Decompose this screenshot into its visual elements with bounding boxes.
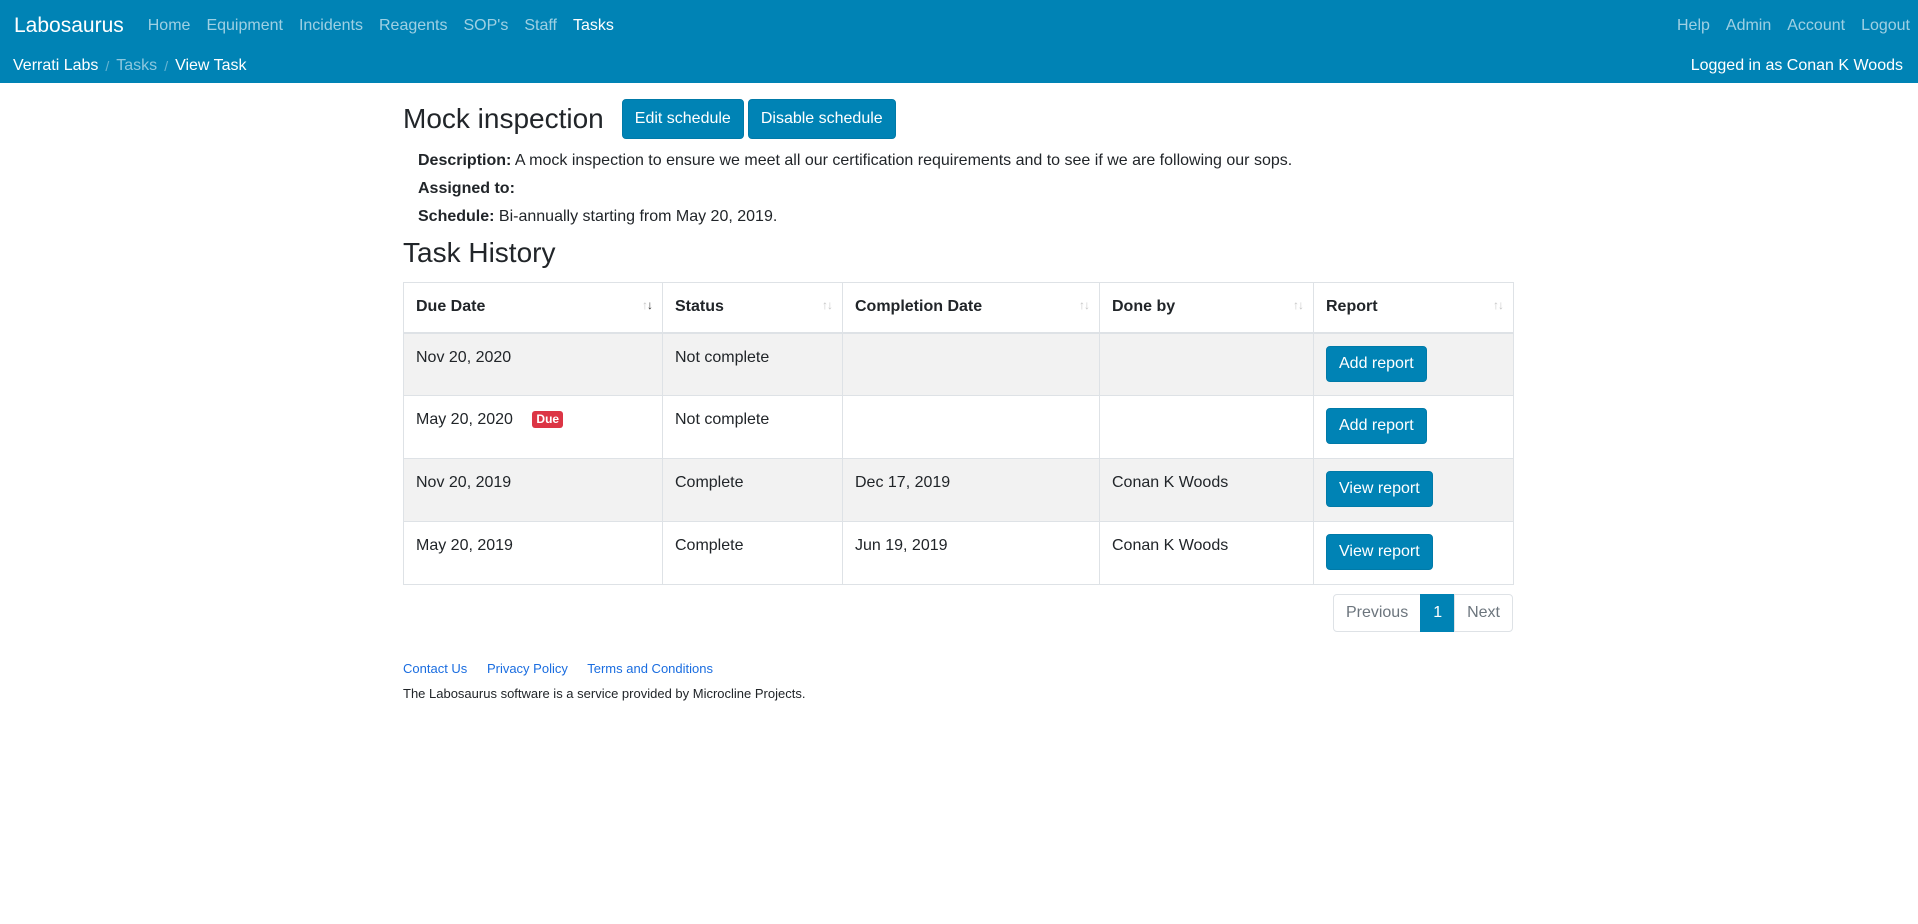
- table-row: Nov 20, 2019 Complete Dec 17, 2019 Conan…: [403, 458, 1514, 522]
- nav-sops[interactable]: SOP's: [463, 17, 508, 35]
- completion-date-cell: [842, 332, 1100, 396]
- footer-privacy-link[interactable]: Privacy Policy: [487, 661, 568, 676]
- due-date: May 20, 2019: [416, 537, 513, 554]
- pagination-previous[interactable]: Previous: [1332, 594, 1422, 632]
- nav-links: Home Equipment Incidents Reagents SOP's …: [148, 17, 630, 35]
- schedule-row: Schedule: Bi-annually starting from May …: [418, 203, 1513, 231]
- main-nav: Labosaurus Home Equipment Incidents Reag…: [0, 0, 1918, 52]
- done-by-cell: [1099, 395, 1314, 459]
- edit-schedule-button[interactable]: Edit schedule: [621, 99, 744, 139]
- done-by-cell: [1099, 332, 1314, 396]
- disable-schedule-button[interactable]: Disable schedule: [747, 99, 896, 139]
- breadcrumb-current: View Task: [175, 57, 247, 74]
- footer-links: Contact Us Privacy Policy Terms and Cond…: [403, 661, 1513, 676]
- status-cell: Not complete: [662, 395, 843, 459]
- nav-home[interactable]: Home: [148, 17, 191, 35]
- nav-account[interactable]: Account: [1787, 17, 1845, 35]
- breadcrumb-separator: /: [164, 58, 169, 74]
- view-report-button[interactable]: View report: [1326, 534, 1433, 570]
- nav-incidents[interactable]: Incidents: [299, 17, 363, 35]
- nav-tasks[interactable]: Tasks: [573, 17, 614, 35]
- task-details: Description: A mock inspection to ensure…: [403, 147, 1513, 231]
- due-date-cell: Nov 20, 2020: [403, 332, 663, 396]
- description-row: Description: A mock inspection to ensure…: [418, 147, 1513, 175]
- column-header-label: Due Date: [416, 298, 486, 316]
- description-label: Description:: [418, 152, 512, 169]
- main-content: Mock inspection Edit schedule Disable sc…: [403, 83, 1514, 701]
- completion-date-cell: Jun 19, 2019: [842, 521, 1100, 585]
- due-date: May 20, 2020: [416, 411, 513, 428]
- due-date: Nov 20, 2020: [416, 348, 512, 366]
- top-navbar: Labosaurus Home Equipment Incidents Reag…: [0, 0, 1918, 83]
- nav-staff[interactable]: Staff: [524, 17, 557, 35]
- sort-icon: ↑↓: [1493, 298, 1504, 312]
- assigned-row: Assigned to:: [418, 175, 1513, 203]
- table-row: Nov 20, 2020 Not complete Add report: [403, 332, 1514, 396]
- assigned-label: Assigned to:: [418, 180, 515, 197]
- pagination-page[interactable]: 1: [1420, 594, 1456, 632]
- brand-link[interactable]: Labosaurus: [14, 14, 124, 38]
- column-header-status[interactable]: Status ↑↓: [662, 282, 843, 334]
- column-header-label: Report: [1326, 298, 1378, 316]
- table-row: May 20, 2019 Complete Jun 19, 2019 Conan…: [403, 521, 1514, 585]
- report-cell: Add report: [1313, 395, 1514, 459]
- due-badge: Due: [532, 411, 564, 429]
- report-cell: View report: [1313, 521, 1514, 585]
- column-header-label: Status: [675, 298, 724, 316]
- completion-date-cell: Dec 17, 2019: [842, 458, 1100, 522]
- nav-admin[interactable]: Admin: [1726, 17, 1771, 35]
- nav-right-links: Help Admin Account Logout: [1661, 17, 1910, 35]
- sort-icon: ↑↓: [1079, 298, 1090, 312]
- pagination: Previous 1 Next: [403, 594, 1513, 632]
- column-header-report[interactable]: Report ↑↓: [1313, 282, 1514, 334]
- footer-contact-link[interactable]: Contact Us: [403, 661, 467, 676]
- footer-note: The Labosaurus software is a service pro…: [403, 686, 806, 701]
- due-date-cell: Nov 20, 2019: [403, 458, 663, 522]
- add-report-button[interactable]: Add report: [1326, 408, 1427, 444]
- status-cell: Not complete: [662, 332, 843, 396]
- table-header-row: Due Date ↑↓ Status ↑↓ Completion Date ↑↓…: [403, 282, 1514, 334]
- schedule-label: Schedule:: [418, 208, 495, 225]
- nav-help[interactable]: Help: [1677, 17, 1710, 35]
- add-report-button[interactable]: Add report: [1326, 345, 1427, 382]
- breadcrumb: Verrati Labs / Tasks / View Task: [13, 57, 247, 75]
- report-cell: Add report: [1313, 332, 1514, 396]
- table-row: May 20, 2020 Due Not complete Add report: [403, 395, 1514, 459]
- page-title: Mock inspection: [403, 103, 604, 134]
- task-history-table: Due Date ↑↓ Status ↑↓ Completion Date ↑↓…: [403, 282, 1514, 585]
- footer: Contact Us Privacy Policy Terms and Cond…: [403, 661, 1513, 701]
- column-header-label: Done by: [1112, 298, 1176, 316]
- description-value: A mock inspection to ensure we meet all …: [514, 152, 1293, 169]
- breadcrumb-separator: /: [105, 58, 110, 74]
- task-history-title: Task History: [403, 237, 556, 268]
- nav-reagents[interactable]: Reagents: [379, 17, 448, 35]
- report-cell: View report: [1313, 458, 1514, 522]
- logged-in-user: Logged in as Conan K Woods: [1690, 57, 1903, 74]
- due-date: Nov 20, 2019: [416, 474, 512, 491]
- due-date-cell: May 20, 2020 Due: [403, 395, 663, 459]
- done-by-cell: Conan K Woods: [1099, 521, 1314, 585]
- done-by-cell: Conan K Woods: [1099, 458, 1314, 522]
- nav-equipment[interactable]: Equipment: [206, 17, 283, 35]
- completion-date-cell: [842, 395, 1100, 459]
- sort-icon: ↑↓: [822, 298, 833, 312]
- due-date-cell: May 20, 2019: [403, 521, 663, 585]
- footer-terms-link[interactable]: Terms and Conditions: [587, 661, 713, 676]
- sort-icon: ↑↓: [1293, 298, 1304, 312]
- status-cell: Complete: [662, 521, 843, 585]
- breadcrumb-tasks[interactable]: Tasks: [116, 57, 157, 75]
- breadcrumb-lab[interactable]: Verrati Labs: [13, 57, 98, 75]
- nav-logout[interactable]: Logout: [1861, 17, 1910, 35]
- column-header-label: Completion Date: [855, 298, 983, 316]
- column-header-completion-date[interactable]: Completion Date ↑↓: [842, 282, 1100, 334]
- column-header-done-by[interactable]: Done by ↑↓: [1099, 282, 1314, 334]
- sort-icon: ↑↓: [642, 298, 653, 312]
- status-cell: Complete: [662, 458, 843, 522]
- column-header-due-date[interactable]: Due Date ↑↓: [403, 282, 663, 334]
- task-header: Mock inspection Edit schedule Disable sc…: [403, 83, 1513, 141]
- view-report-button[interactable]: View report: [1326, 471, 1433, 507]
- breadcrumb-bar: Verrati Labs / Tasks / View Task Logged …: [0, 52, 1918, 80]
- schedule-value: Bi-annually starting from May 20, 2019.: [498, 208, 778, 225]
- pagination-next[interactable]: Next: [1454, 594, 1513, 632]
